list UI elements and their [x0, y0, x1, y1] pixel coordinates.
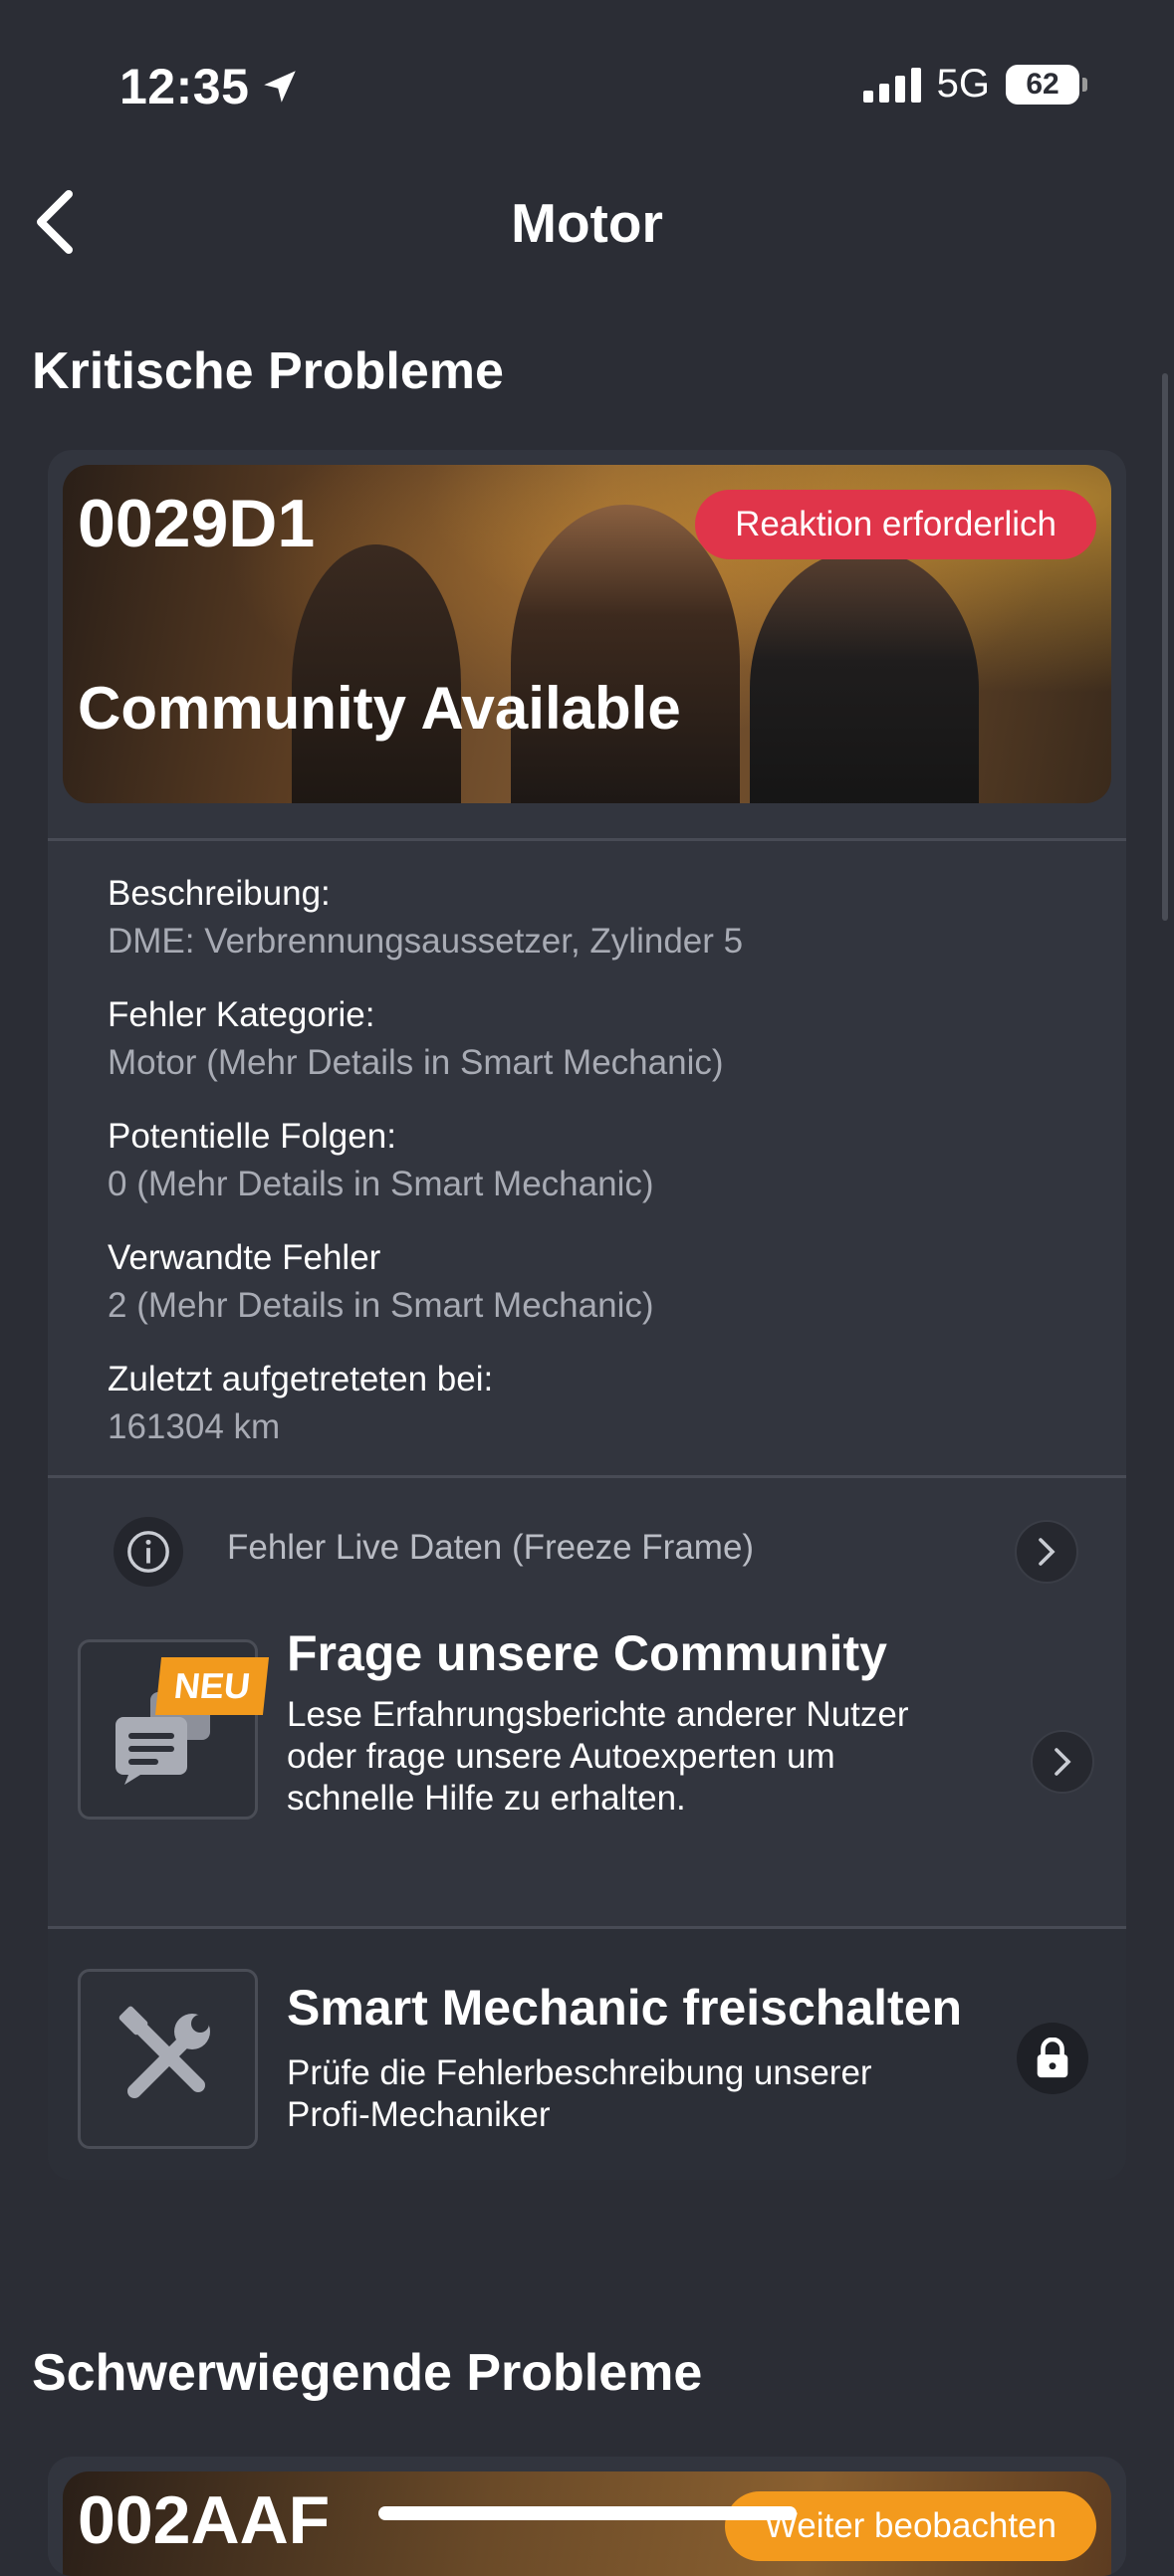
field-value: 161304 km [108, 1407, 281, 1446]
field-value: 2 (Mehr Details in Smart Mechanic) [108, 1286, 654, 1325]
divider [48, 838, 1126, 841]
status-badge: Reaktion erforderlich [695, 490, 1096, 559]
field-consequences: Potentielle Folgen: 0 (Mehr Details in S… [108, 1113, 654, 1208]
community-row[interactable]: NEU Frage unsere Community Lese Erfahrun… [48, 1624, 1126, 1893]
field-description: Beschreibung: DME: Verbrennungsaussetzer… [108, 870, 743, 966]
wrench-screwdriver-icon [118, 2006, 210, 2098]
status-time: 12:35 [119, 58, 301, 115]
new-badge: NEU [154, 1657, 270, 1715]
lock-icon [1017, 2023, 1088, 2094]
field-label: Fehler Kategorie: [108, 995, 375, 1034]
cellular-signal-icon [862, 67, 921, 103]
chevron-right-icon [1055, 1748, 1071, 1776]
chevron-right-icon [1039, 1538, 1056, 1566]
live-data-chevron-button[interactable] [1015, 1520, 1078, 1584]
critical-problem-card: 0029D1 Reaktion erforderlich Community A… [48, 450, 1126, 2180]
community-available-label: Community Available [78, 675, 681, 742]
community-tile: NEU [78, 1639, 270, 1820]
live-data-row[interactable]: Fehler Live Daten (Freeze Frame) [48, 1485, 1126, 1595]
info-icon [114, 1517, 183, 1587]
community-banner[interactable]: 0029D1 Reaktion erforderlich Community A… [63, 465, 1111, 803]
error-code: 002AAF [78, 2482, 331, 2558]
field-label: Beschreibung: [108, 874, 331, 913]
field-label: Zuletzt aufgetreteten bei: [108, 1360, 494, 1398]
section-title-severe: Schwerwiegende Probleme [32, 2344, 703, 2402]
description-line: Lese Erfahrungsberichte anderer Nutzer [287, 1695, 909, 1734]
live-data-label: Fehler Live Daten (Freeze Frame) [227, 1528, 755, 1567]
battery-icon: 62 [1006, 64, 1087, 105]
battery-level: 62 [1026, 67, 1059, 101]
section-title-critical: Kritische Probleme [32, 342, 504, 400]
scrollbar[interactable] [1162, 373, 1168, 921]
smart-mechanic-row[interactable]: Smart Mechanic freischalten Prüfe die Fe… [48, 1929, 1126, 2180]
field-related-errors: Verwandte Fehler 2 (Mehr Details in Smar… [108, 1234, 654, 1330]
description-line: schnelle Hilfe zu erhalten. [287, 1779, 686, 1818]
home-indicator[interactable] [378, 2506, 797, 2520]
page-title: Motor [511, 192, 663, 254]
field-value: 0 (Mehr Details in Smart Mechanic) [108, 1165, 654, 1203]
field-label: Verwandte Fehler [108, 1238, 381, 1277]
smart-mechanic-description: Prüfe die Fehlerbeschreibung unserer Pro… [287, 2052, 964, 2136]
community-title: Frage unsere Community [287, 1625, 887, 1681]
description-line: oder frage unsere Autoexperten um [287, 1737, 835, 1776]
field-value: DME: Verbrennungsaussetzer, Zylinder 5 [108, 922, 744, 961]
status-badge: Weiter beobachten [724, 2491, 1096, 2561]
description-line: Profi-Mechaniker [287, 2095, 551, 2134]
network-type: 5G [936, 62, 990, 106]
field-last-occurred: Zuletzt aufgetreteten bei: 161304 km [108, 1356, 493, 1451]
error-code: 0029D1 [78, 486, 316, 561]
description-line: Prüfe die Fehlerbeschreibung unserer [287, 2053, 872, 2092]
community-description: Lese Erfahrungsberichte anderer Nutzer o… [287, 1694, 964, 1820]
field-value: Motor (Mehr Details in Smart Mechanic) [108, 1043, 724, 1082]
location-arrow-icon [264, 71, 297, 103]
severe-banner: 002AAF Weiter beobachten [63, 2471, 1111, 2576]
community-chevron-button[interactable] [1031, 1730, 1094, 1794]
status-indicators: 5G 62 [862, 62, 1087, 107]
divider [48, 1475, 1126, 1478]
smart-mechanic-tile [78, 1969, 258, 2149]
field-category: Fehler Kategorie: Motor (Mehr Details in… [108, 991, 724, 1087]
person-image-right [750, 549, 979, 803]
smart-mechanic-title: Smart Mechanic freischalten [287, 1980, 963, 2036]
field-label: Potentielle Folgen: [108, 1117, 396, 1156]
status-time-label: 12:35 [119, 59, 250, 114]
